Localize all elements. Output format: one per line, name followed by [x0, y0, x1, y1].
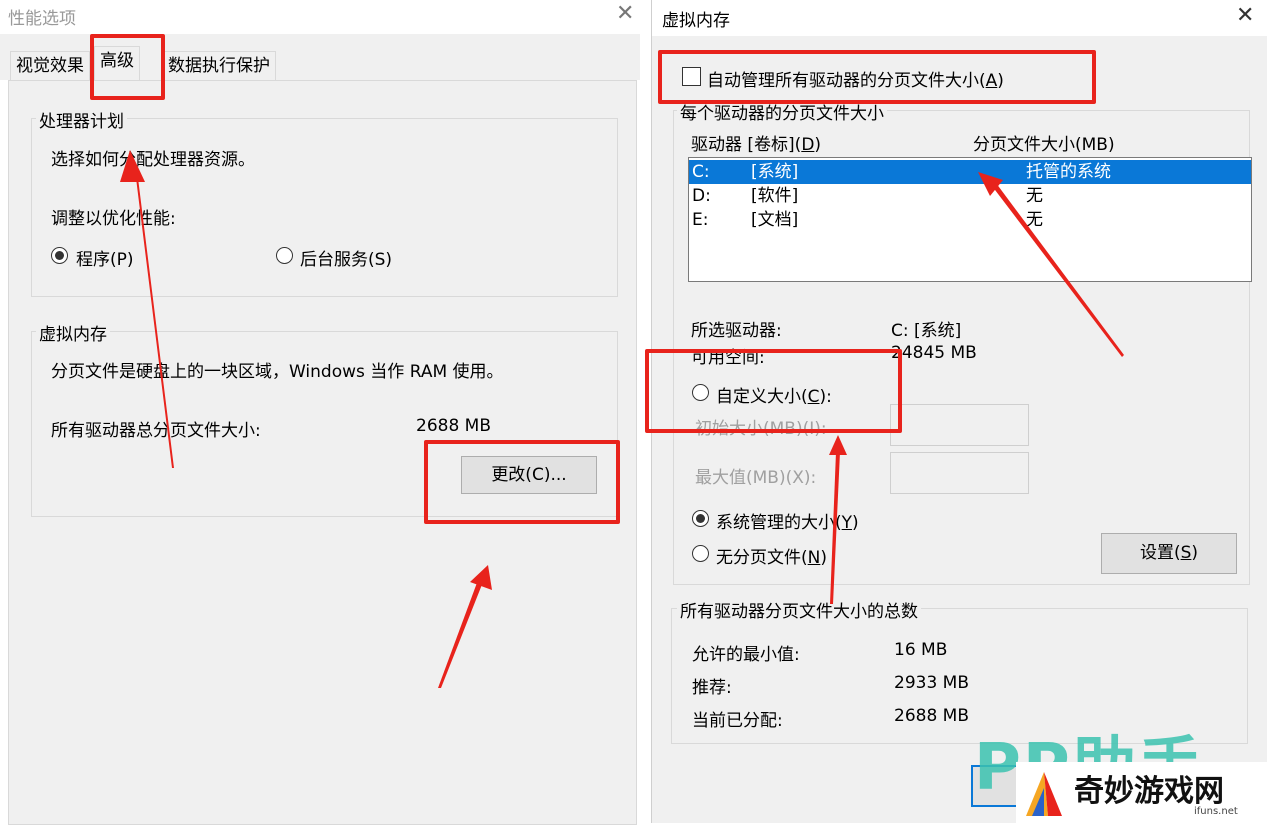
annotation-arrow [438, 580, 483, 688]
annotation-arrow [126, 160, 174, 468]
annotation-arrow-head [829, 435, 847, 455]
site-watermark: 奇妙游戏网 ifuns.net [1016, 762, 1267, 823]
site-name: 奇妙游戏网 [1074, 774, 1224, 809]
annotation-arrow [830, 452, 840, 604]
annotation-arrow [992, 183, 1124, 357]
site-logo-icon [1026, 772, 1062, 816]
annotation-arrow-head [120, 150, 145, 182]
site-url: ifuns.net [1194, 806, 1238, 817]
annotation-arrows [120, 150, 1124, 688]
